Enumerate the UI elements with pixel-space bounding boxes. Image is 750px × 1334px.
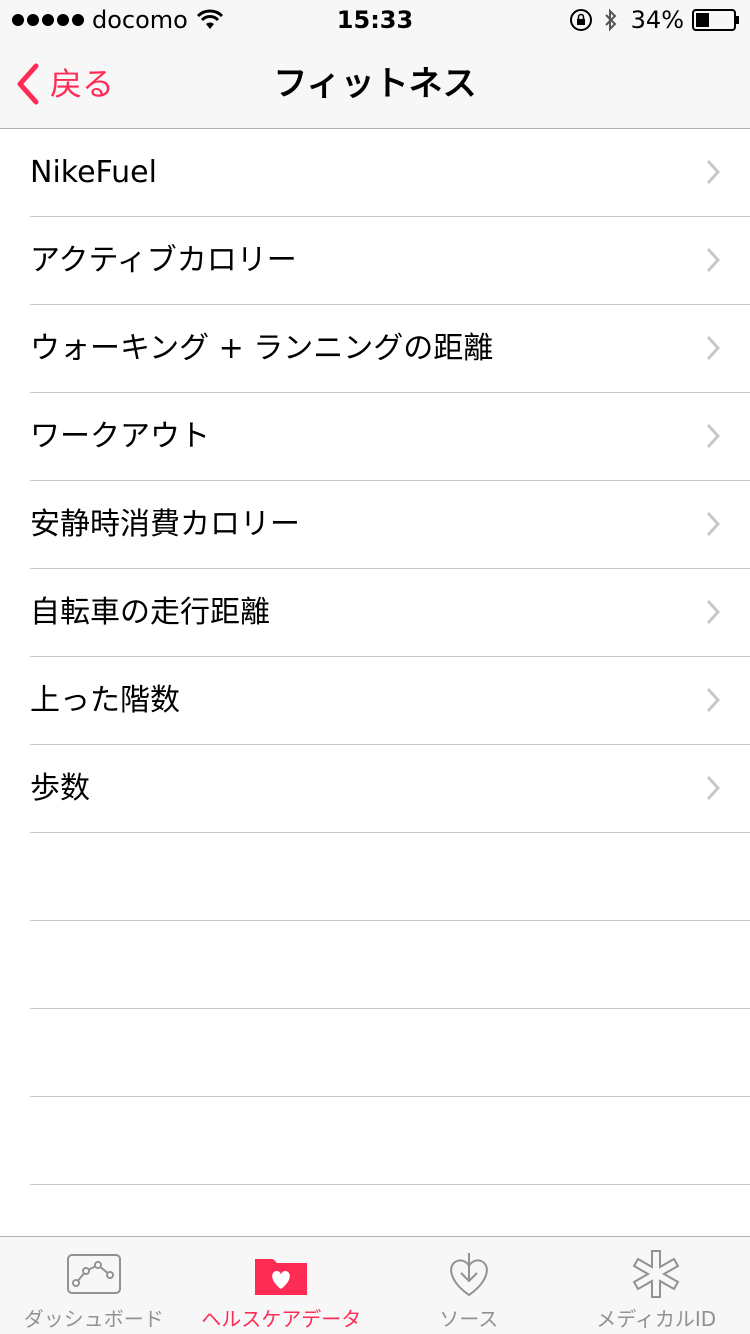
list-item-label: ウォーキング + ランニングの距離 [30, 331, 494, 366]
chevron-right-icon [706, 247, 720, 273]
chevron-right-icon [706, 599, 720, 625]
chevron-right-icon [706, 423, 720, 449]
sources-icon [449, 1253, 488, 1297]
tab-bar: ダッシュボード ヘルスケアデータ ソース メディカルID [0, 1236, 750, 1334]
chevron-right-icon [706, 335, 720, 361]
list-item-nikefuel[interactable]: NikeFuel [30, 129, 750, 217]
chevron-right-icon [706, 775, 720, 801]
health-data-icon [255, 1259, 308, 1295]
status-bar: docomo 15:33 34% [0, 0, 750, 40]
tab-medical-id[interactable]: メディカルID [563, 1237, 750, 1334]
chevron-right-icon [706, 511, 720, 537]
battery-icon [692, 9, 739, 31]
list-item-steps[interactable]: 歩数 [30, 745, 750, 833]
list-item-label: 自転車の走行距離 [30, 595, 270, 630]
chevron-right-icon [706, 687, 720, 713]
chevron-right-icon [706, 159, 720, 185]
empty-row [30, 921, 750, 1009]
list-item-label: NikeFuel [30, 155, 157, 190]
navigation-bar: 戻る フィットネス [0, 40, 750, 129]
page-title: フィットネス [273, 64, 477, 104]
empty-row [30, 833, 750, 921]
list-item-label: ワークアウト [30, 419, 210, 454]
status-right: 34% [569, 6, 740, 34]
list-item-cycling-distance[interactable]: 自転車の走行距離 [30, 569, 750, 657]
tab-dashboard[interactable]: ダッシュボード [0, 1237, 188, 1334]
list-item-label: 歩数 [30, 771, 90, 806]
list-item-label: 安静時消費カロリー [30, 507, 300, 542]
medical-id-icon [632, 1250, 680, 1298]
rotation-lock-icon [569, 9, 592, 31]
tab-label: ヘルスケアデータ [201, 1307, 362, 1331]
tab-label: ダッシュボード [23, 1307, 164, 1331]
list-item-walking-running-distance[interactable]: ウォーキング + ランニングの距離 [30, 305, 750, 393]
list-item-active-calories[interactable]: アクティブカロリー [30, 217, 750, 305]
list-item-label: 上った階数 [30, 683, 180, 718]
tab-label: ソース [439, 1307, 499, 1331]
dashboard-icon [66, 1254, 121, 1294]
fitness-list: NikeFuel アクティブカロリー ウォーキング + ランニングの距離 ワーク… [0, 129, 750, 1185]
empty-row [30, 1009, 750, 1097]
tab-label: メディカルID [596, 1307, 717, 1331]
empty-row [30, 1097, 750, 1185]
list-item-flights-climbed[interactable]: 上った階数 [30, 657, 750, 745]
list-item-resting-calories[interactable]: 安静時消費カロリー [30, 481, 750, 569]
tab-sources[interactable]: ソース [375, 1237, 563, 1334]
bluetooth-icon [604, 8, 617, 32]
list-item-label: アクティブカロリー [30, 243, 297, 278]
battery-percentage: 34% [630, 6, 684, 34]
app-screen: docomo 15:33 34% 戻る フィットネス NikeFuel アクティ… [0, 0, 750, 1334]
tab-health-data[interactable]: ヘルスケアデータ [188, 1237, 376, 1334]
list-item-workouts[interactable]: ワークアウト [30, 393, 750, 481]
